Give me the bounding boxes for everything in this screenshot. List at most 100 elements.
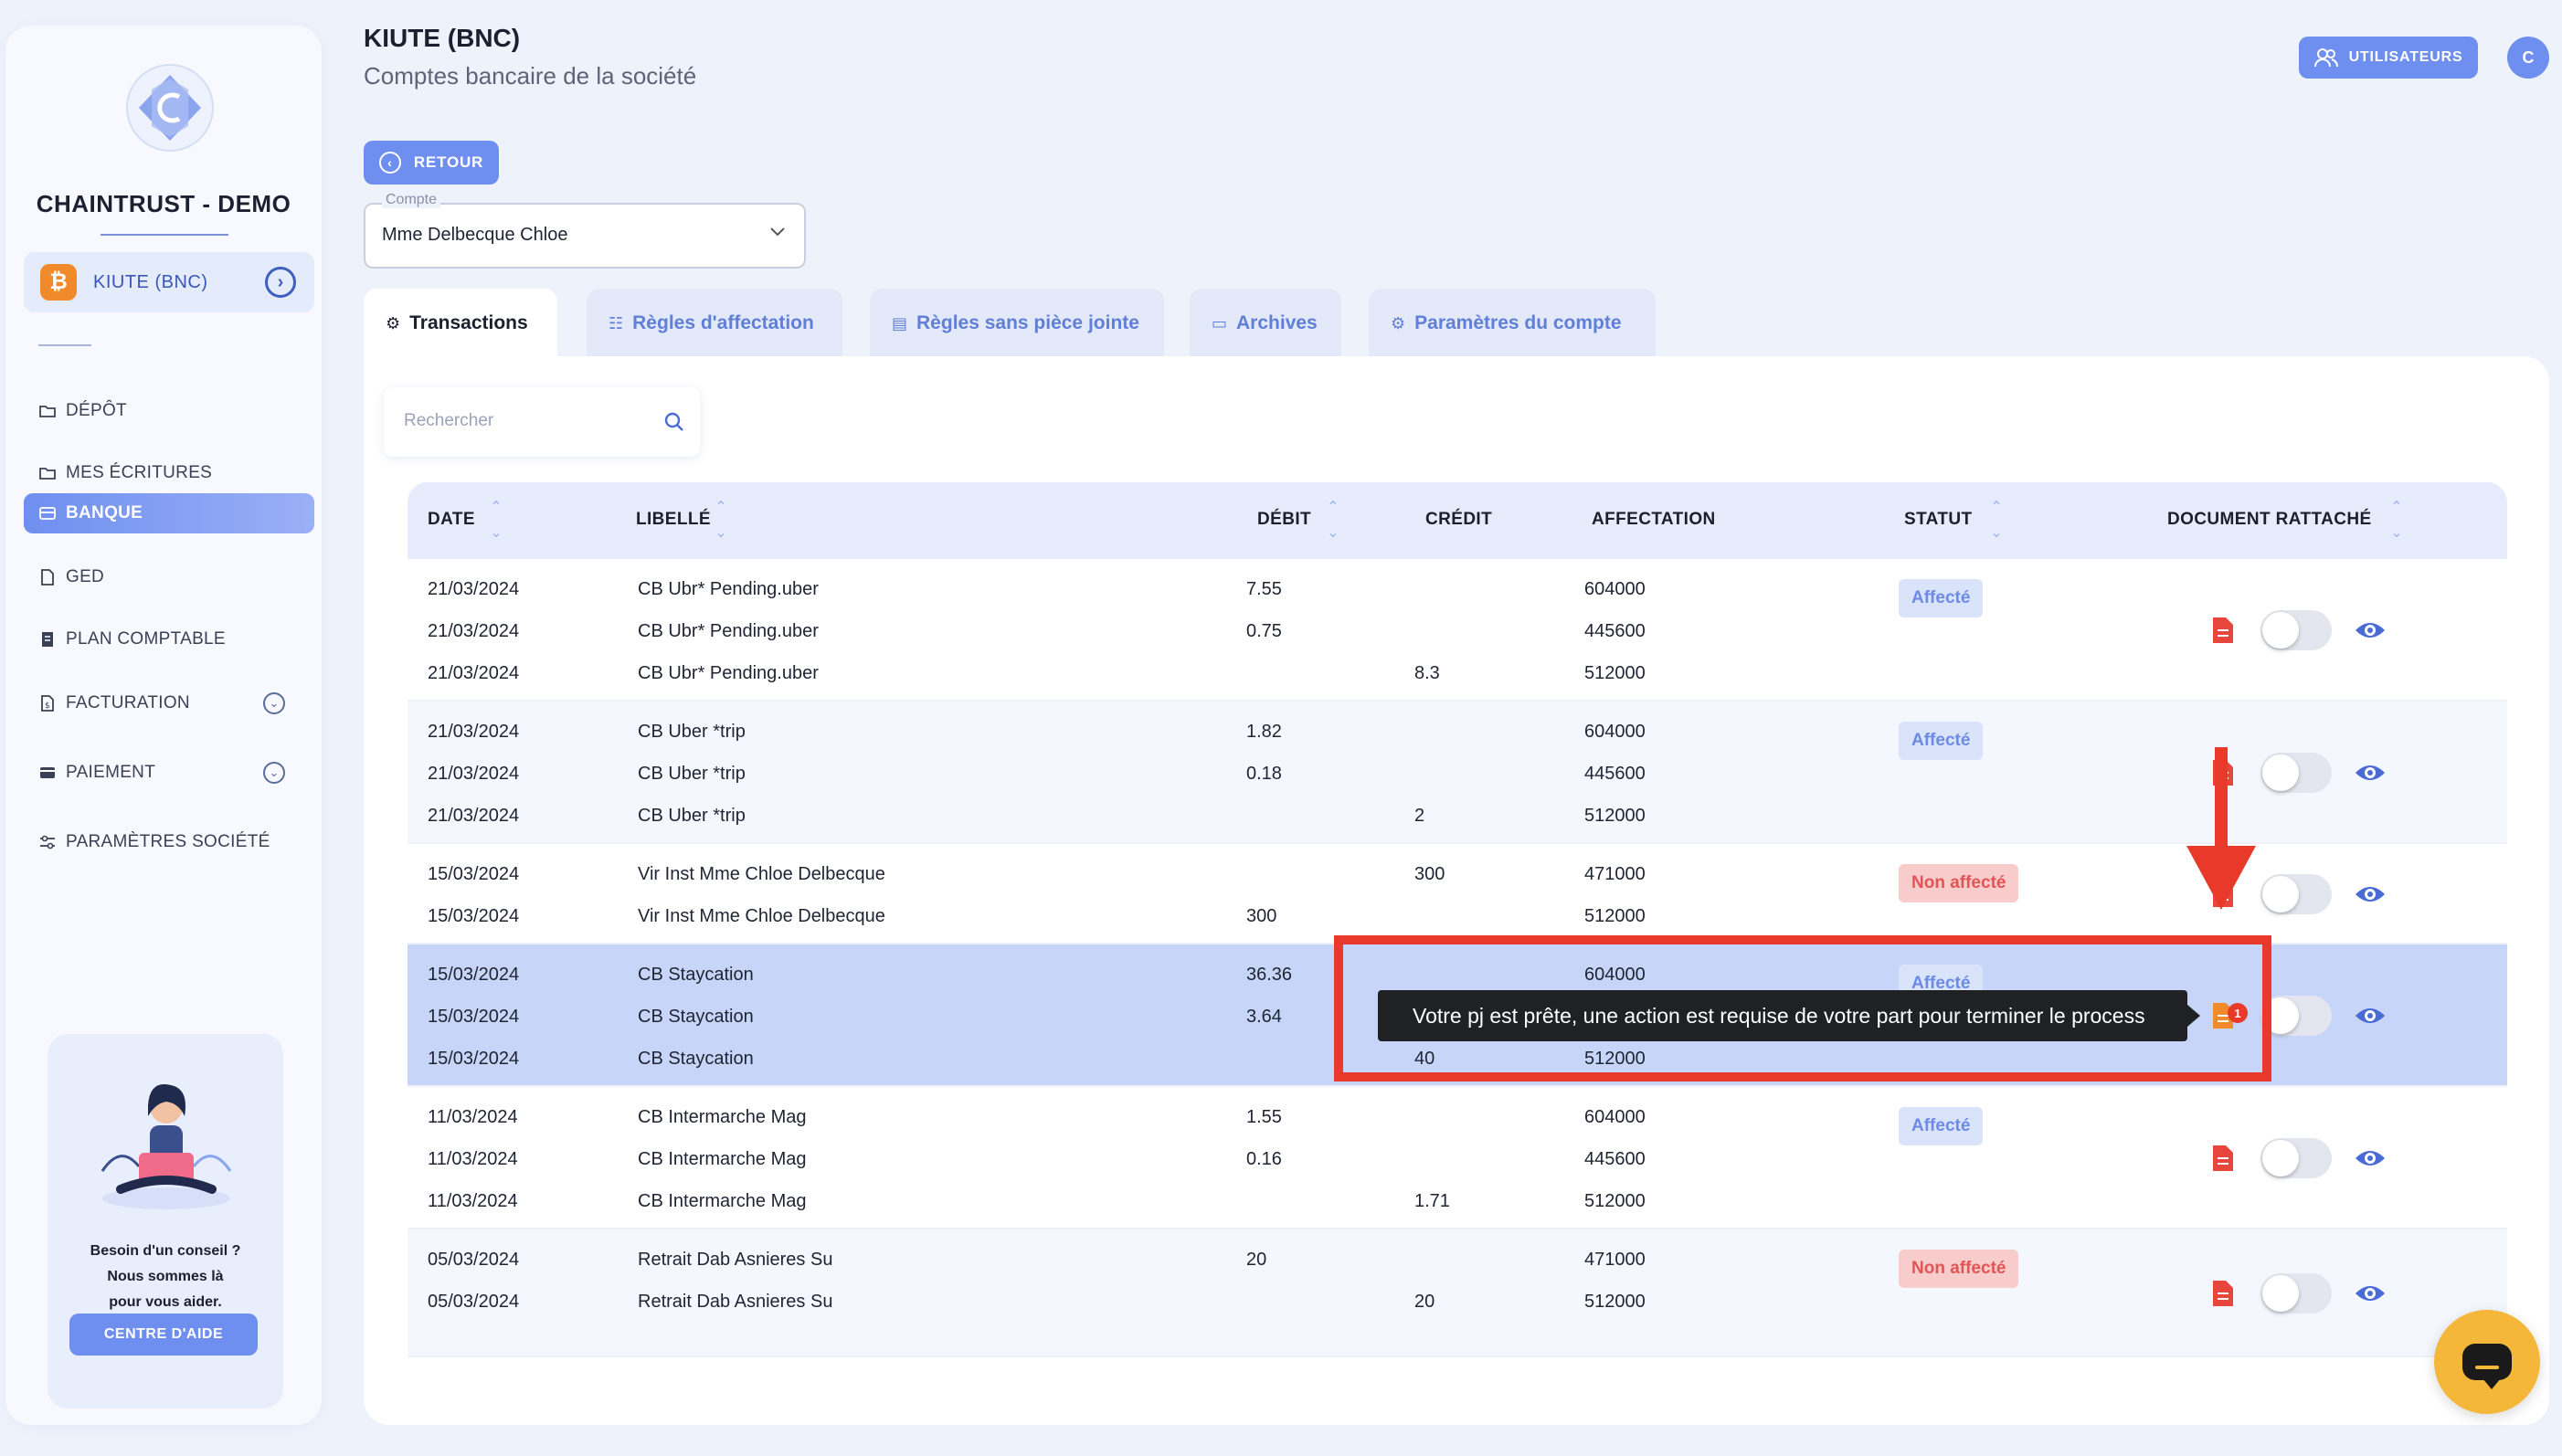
- cell-date: 21/03/2024: [428, 722, 520, 742]
- sidebar-item-label: BANQUE: [66, 503, 143, 522]
- cell-libelle: CB Uber *trip: [638, 764, 746, 784]
- cell-date: 15/03/2024: [428, 864, 520, 884]
- chevron-down-icon[interactable]: ⌄: [263, 762, 285, 784]
- eye-icon[interactable]: [2354, 762, 2387, 784]
- chat-icon: [2462, 1344, 2512, 1389]
- tab-regles-affectation[interactable]: ☷ Règles d'affectation: [587, 289, 842, 358]
- column-header-libelle[interactable]: LIBELLÉ: [636, 510, 711, 530]
- tab-parametres-compte[interactable]: ⚙ Paramètres du compte: [1369, 289, 1656, 358]
- document-toggle[interactable]: [2260, 753, 2332, 793]
- company-selector[interactable]: ₿ KIUTE (BNC) ›: [24, 252, 314, 312]
- cell-date: 15/03/2024: [428, 906, 520, 926]
- notification-badge: 1: [2228, 1003, 2248, 1023]
- sidebar-item-ged[interactable]: GED: [24, 557, 314, 597]
- cell-credit: 8.3: [1414, 663, 1440, 683]
- document-toggle[interactable]: [2260, 1273, 2332, 1314]
- sidebar-item-plan-comptable[interactable]: PLAN COMPTABLE: [24, 619, 314, 659]
- cell-affectation: 512000: [1584, 806, 1646, 826]
- sidebar-item-label: MES ÉCRITURES: [66, 463, 213, 482]
- search-icon[interactable]: [663, 411, 685, 433]
- back-button[interactable]: ‹ RETOUR: [364, 141, 499, 185]
- eye-icon[interactable]: [2354, 619, 2387, 641]
- transaction-group: 21/03/2024 CB Ubr* Pending.uber 7.55 604000…: [408, 559, 2507, 702]
- cell-date: 15/03/2024: [428, 1049, 520, 1069]
- cell-libelle: Vir Inst Mme Chloe Delbecque: [638, 906, 885, 926]
- folder-icon: [38, 402, 57, 420]
- sidebar-item-label: PLAN COMPTABLE: [66, 629, 226, 649]
- sidebar-item-facturation[interactable]: $ FACTURATION ⌄: [24, 683, 314, 723]
- eye-icon[interactable]: [2354, 883, 2387, 905]
- sort-icon[interactable]: ⌃ ⌄: [1988, 495, 2005, 546]
- cell-debit: 3.64: [1246, 1007, 1282, 1027]
- transaction-group: 05/03/2024 Retrait Dab Asnieres Su 20 47100…: [408, 1229, 2507, 1357]
- back-arrow-icon: ‹: [378, 152, 401, 174]
- tooltip-pointer: [2187, 1005, 2200, 1027]
- eye-icon[interactable]: [2354, 1005, 2387, 1027]
- cell-libelle: Retrait Dab Asnieres Su: [638, 1292, 833, 1312]
- help-center-button[interactable]: CENTRE D'AIDE: [69, 1314, 258, 1356]
- column-header-affectation: AFFECTATION: [1592, 510, 1716, 529]
- book-icon: [38, 630, 57, 649]
- brand-divider: [101, 234, 228, 236]
- eye-icon[interactable]: [2354, 1147, 2387, 1169]
- sort-icon[interactable]: ⌃ ⌄: [488, 495, 504, 546]
- attached-document-icon[interactable]: [2211, 616, 2235, 645]
- cell-date: 11/03/2024: [428, 1191, 518, 1211]
- sort-icon[interactable]: ⌃ ⌄: [713, 495, 729, 546]
- column-header-document[interactable]: DOCUMENT RATTACHÉ: [2167, 510, 2372, 530]
- cell-libelle: CB Staycation: [638, 965, 754, 985]
- attached-document-icon[interactable]: [2211, 1279, 2235, 1308]
- tab-transactions[interactable]: ⚙ Transactions: [364, 289, 557, 358]
- svg-text:$: $: [45, 702, 50, 711]
- cell-date: 21/03/2024: [428, 806, 520, 826]
- document-toggle[interactable]: [2260, 1138, 2332, 1178]
- sort-icon[interactable]: ⌃ ⌄: [1325, 495, 1341, 546]
- search-input[interactable]: Rechercher: [384, 387, 700, 457]
- toggle-knob: [2262, 876, 2299, 913]
- sidebar-item-paiement[interactable]: PAIEMENT ⌄: [24, 753, 314, 793]
- tooltip-text: Votre pj est prête, une action est requi…: [1413, 1003, 2145, 1028]
- chevron-down-icon[interactable]: ⌄: [263, 692, 285, 714]
- folder-icon: ▭: [1212, 313, 1228, 332]
- chevron-right-icon[interactable]: ›: [265, 267, 296, 298]
- document-toggle[interactable]: [2260, 874, 2332, 914]
- chat-button[interactable]: [2434, 1310, 2540, 1414]
- annotation-arrow: [2215, 747, 2228, 853]
- column-header-statut[interactable]: STATUT: [1904, 510, 1973, 530]
- sidebar-item-label: FACTURATION: [66, 693, 190, 712]
- settings-icon: ⚙: [1391, 313, 1406, 332]
- chaintrust-logo-icon: [126, 64, 214, 152]
- document-toggle[interactable]: [2260, 610, 2332, 650]
- cell-affectation: 512000: [1584, 1292, 1646, 1312]
- sidebar-item-depot[interactable]: DÉPÔT: [24, 391, 314, 431]
- sidebar-item-banque[interactable]: BANQUE: [24, 493, 314, 533]
- avatar[interactable]: C: [2507, 37, 2549, 79]
- sidebar-item-parametres-societe[interactable]: PARAMÈTRES SOCIÉTÉ: [24, 822, 314, 862]
- sidebar-item-mes-ecritures[interactable]: MES ÉCRITURES: [24, 453, 314, 493]
- invoice-icon: $: [38, 694, 57, 712]
- bitcoin-icon: ₿: [40, 264, 77, 301]
- column-header-debit[interactable]: DÉBIT: [1257, 510, 1311, 530]
- cell-date: 05/03/2024: [428, 1250, 520, 1270]
- cell-debit: 36.36: [1246, 965, 1293, 985]
- cell-libelle: CB Ubr* Pending.uber: [638, 621, 819, 641]
- table-header: DATE ⌃ ⌄ LIBELLÉ ⌃ ⌄ DÉBIT ⌃ ⌄ CRÉDIT AFFEC…: [408, 482, 2507, 559]
- cell-libelle: CB Uber *trip: [638, 722, 746, 742]
- page-subtitle: Comptes bancaire de la société: [364, 62, 697, 90]
- column-header-date[interactable]: DATE: [428, 510, 475, 530]
- cell-libelle: CB Intermarche Mag: [638, 1107, 807, 1127]
- cell-date: 15/03/2024: [428, 1007, 520, 1027]
- cell-credit: 300: [1414, 864, 1445, 884]
- users-button-label: UTILISATEURS: [2348, 49, 2463, 65]
- account-select[interactable]: Compte Mme Delbecque Chloe: [364, 192, 806, 269]
- tab-regles-sans-piece-jointe[interactable]: ▤ Règles sans pièce jointe: [870, 289, 1164, 358]
- annotation-arrow-head: [2186, 846, 2256, 910]
- tab-archives[interactable]: ▭ Archives: [1190, 289, 1341, 358]
- users-button[interactable]: UTILISATEURS: [2299, 37, 2478, 79]
- sliders-icon: [38, 833, 57, 851]
- sort-icon[interactable]: ⌃ ⌄: [2388, 495, 2405, 546]
- attached-document-icon[interactable]: [2211, 1144, 2235, 1173]
- receipt-icon: ▤: [892, 313, 908, 332]
- cell-libelle: CB Ubr* Pending.uber: [638, 663, 819, 683]
- eye-icon[interactable]: [2354, 1282, 2387, 1304]
